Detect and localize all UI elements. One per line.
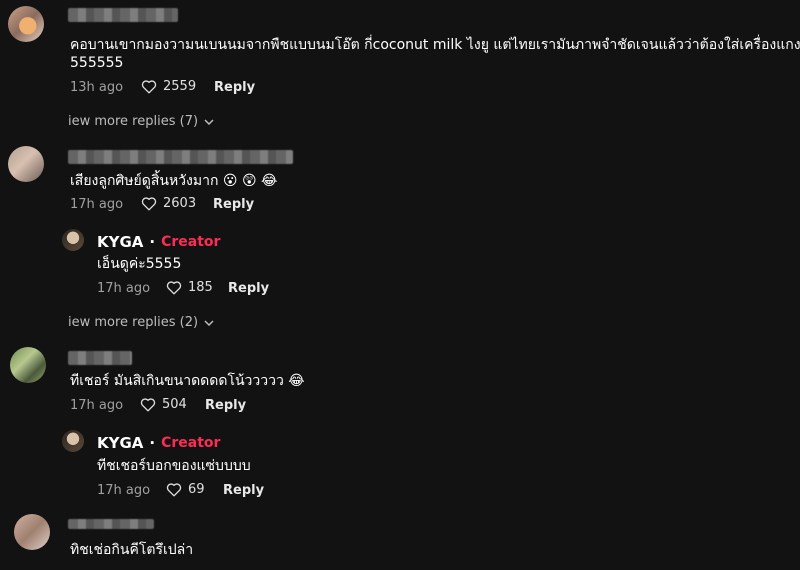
username-blurred[interactable] (68, 351, 132, 365)
username-blurred[interactable] (68, 150, 293, 164)
reply-button[interactable]: Reply (228, 281, 269, 296)
reply-text: เอ็นดูค่ะ5555 (97, 256, 182, 272)
like-button[interactable]: 2603 (141, 196, 196, 211)
reply-text: ทีชเชอร์บอกของแซ่บบบบ (97, 458, 251, 474)
like-button[interactable]: 69 (166, 482, 205, 497)
heart-icon (166, 483, 182, 497)
comment-text: ทีเชอร์ มันสิเกินขนาดดดดโน้ววววว 😂 (70, 370, 305, 392)
comment-text: ทิชเช่อกินคีโตรึเปล่า (70, 542, 194, 558)
creator-badge: Creator (161, 435, 221, 451)
like-count: 504 (162, 397, 187, 412)
creator-avatar[interactable] (62, 229, 84, 251)
comment-text: เสียงลูกศิษย์ดูสิ้นหวังมาก 😮 😲 😂 (70, 170, 277, 192)
like-count: 2603 (163, 196, 197, 211)
reply-button[interactable]: Reply (213, 197, 254, 212)
like-button[interactable]: 185 (166, 280, 213, 295)
reply-button[interactable]: Reply (205, 398, 246, 413)
comment-text-body: เสียงลูกศิษย์ดูสิ้นหวังมาก (70, 173, 219, 189)
avatar[interactable] (8, 146, 44, 182)
reply-author[interactable]: KYGA · Creator (97, 434, 220, 452)
heart-icon (141, 197, 157, 211)
creator-badge: Creator (161, 234, 221, 250)
heart-icon (166, 281, 182, 295)
author-name: KYGA (97, 434, 144, 452)
author-name: KYGA (97, 233, 144, 251)
reply-timestamp: 17h ago (97, 281, 151, 296)
chevron-down-icon (204, 118, 214, 125)
like-count: 69 (188, 482, 205, 497)
username-blurred[interactable] (68, 8, 178, 22)
heart-icon (140, 398, 156, 412)
view-more-replies[interactable]: iew more replies (7) (68, 114, 214, 129)
username-blurred[interactable] (68, 519, 154, 529)
view-more-label: iew more replies (7) (68, 114, 199, 129)
comment-text-line2: 555555 (70, 55, 124, 71)
comment-timestamp: 13h ago (70, 80, 124, 95)
emoji-reactions: 😂 (288, 373, 305, 389)
like-count: 185 (188, 280, 213, 295)
like-button[interactable]: 2559 (141, 79, 196, 94)
like-count: 2559 (163, 79, 197, 94)
heart-icon (141, 80, 157, 94)
avatar[interactable] (10, 347, 46, 383)
reply-button[interactable]: Reply (214, 80, 255, 95)
comment-timestamp: 17h ago (70, 398, 124, 413)
view-more-replies[interactable]: iew more replies (2) (68, 315, 214, 330)
comment-timestamp: 17h ago (70, 197, 124, 212)
comment-text-body: ทีเชอร์ มันสิเกินขนาดดดดโน้ววววว (70, 373, 284, 389)
reply-button[interactable]: Reply (223, 483, 264, 498)
separator-dot: · (149, 434, 156, 452)
view-more-label: iew more replies (2) (68, 315, 199, 330)
creator-avatar[interactable] (62, 430, 84, 452)
like-button[interactable]: 504 (140, 397, 187, 412)
avatar[interactable] (14, 514, 50, 550)
avatar[interactable] (8, 6, 44, 42)
chevron-down-icon (204, 319, 214, 326)
comment-text: คอบานเขากมองวามนเบนนมจากพืชแบบนมโอ๊ต กี่… (70, 37, 800, 53)
separator-dot: · (149, 233, 156, 251)
reply-author[interactable]: KYGA · Creator (97, 233, 220, 251)
emoji-reactions: 😮 😲 😂 (222, 173, 278, 189)
reply-timestamp: 17h ago (97, 483, 151, 498)
